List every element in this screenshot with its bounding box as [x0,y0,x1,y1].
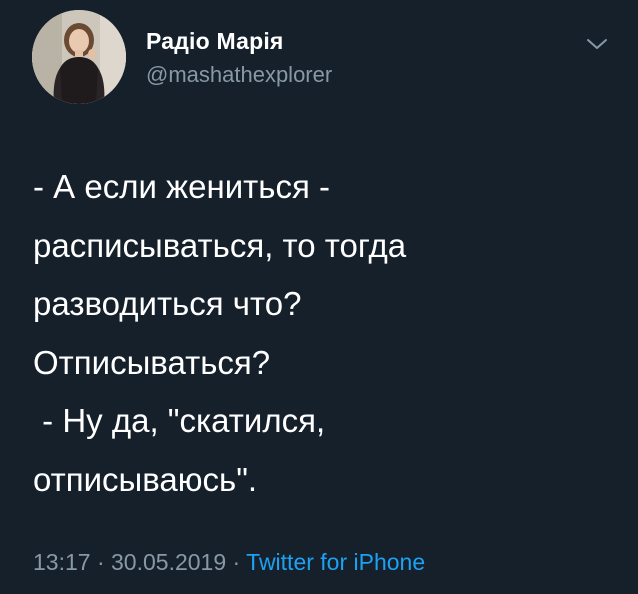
tweet-date[interactable]: 30.05.2019 [111,549,226,575]
tweet-time[interactable]: 13:17 [33,549,91,575]
tweet-source-link[interactable]: Twitter for iPhone [246,549,425,575]
tweet-text: - А если жениться - расписываться, то то… [33,168,407,498]
profile-photo [32,10,126,104]
user-handle[interactable]: @mashathexplorer [146,62,332,88]
tweet: Радіо Марія @mashathexplorer - А если же… [0,0,638,594]
avatar[interactable] [32,10,126,104]
chevron-down-icon[interactable] [584,33,610,55]
display-name[interactable]: Радіо Марія [146,28,284,55]
meta-separator: · [226,549,247,575]
tweet-meta: 13:17 · 30.05.2019 · Twitter for iPhone [33,549,425,576]
meta-separator: · [90,549,112,575]
